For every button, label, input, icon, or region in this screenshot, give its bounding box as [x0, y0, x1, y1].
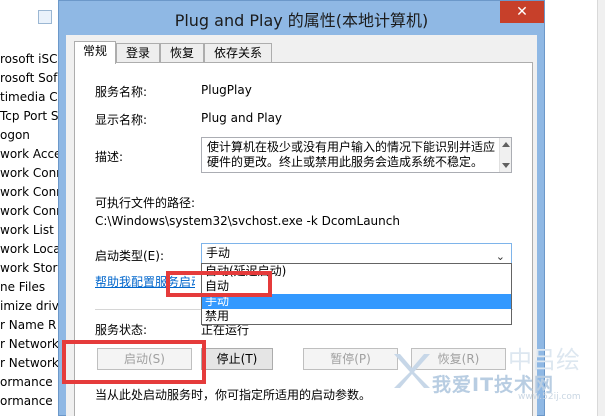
services-list-header	[0, 0, 60, 50]
dialog-title: Plug and Play 的属性(本地计算机)	[174, 11, 429, 30]
display-name-label: 显示名称:	[95, 113, 148, 127]
highlight-auto-option	[166, 271, 272, 297]
list-item[interactable]: work Acce	[0, 145, 60, 164]
option-disabled[interactable]: 禁用	[202, 309, 511, 324]
list-item[interactable]: work Conr	[0, 202, 60, 221]
watermark: 中吕绘 我爱IT技术网 www.52ij.com	[390, 340, 600, 410]
list-item[interactable]: ormance	[0, 392, 60, 411]
service-name-value: PlugPlay	[201, 83, 252, 97]
list-item[interactable]: ogon	[0, 126, 60, 145]
list-item[interactable]: work Conr	[0, 164, 60, 183]
display-name-value: Plug and Play	[201, 111, 283, 125]
dialog-titlebar[interactable]: Plug and Play 的属性(本地计算机) ✕	[59, 1, 544, 35]
list-item[interactable]: r Network	[0, 335, 60, 354]
description-box[interactable]: 使计算机在极少或没有用户输入的情况下能识别并适应硬件的更改。终止或禁用此服务会造…	[201, 137, 512, 173]
list-item[interactable]: Tcp Port S	[0, 107, 60, 126]
list-item[interactable]: work Loca	[0, 240, 60, 259]
toolbar-icon	[38, 10, 52, 24]
description-text: 使计算机在极少或没有用户输入的情况下能识别并适应硬件的更改。终止或禁用此服务会造…	[207, 140, 496, 169]
list-item[interactable]: ormance	[0, 373, 60, 392]
tab-recovery[interactable]: 恢复	[160, 43, 204, 63]
service-status-label: 服务状态:	[95, 323, 148, 337]
close-icon: ✕	[516, 4, 528, 20]
highlight-start-button	[62, 340, 206, 384]
list-item[interactable]: ne Files	[0, 278, 60, 297]
close-button[interactable]: ✕	[500, 1, 544, 23]
description-label: 描述:	[95, 150, 124, 164]
stop-button[interactable]: 停止(T)	[201, 348, 273, 370]
startup-type-select[interactable]: 手动 ⌄	[201, 243, 512, 264]
exe-path-label: 可执行文件的路径:	[95, 196, 196, 210]
description-scrollbar[interactable]	[499, 138, 511, 172]
footer-note: 当从此处启动服务时，你可指定所适用的启动参数。	[95, 388, 372, 402]
scroll-up-icon[interactable]	[502, 142, 510, 147]
pause-button[interactable]: 暂停(P)	[303, 348, 398, 370]
list-item[interactable]: work Conr	[0, 183, 60, 202]
tab-general[interactable]: 常规	[74, 41, 116, 64]
list-item[interactable]: work List S	[0, 221, 60, 240]
startup-type-value: 手动	[206, 246, 231, 260]
list-item[interactable]: r Name R	[0, 316, 60, 335]
list-item[interactable]: r Network	[0, 354, 60, 373]
startup-type-label: 启动类型(E):	[95, 249, 164, 263]
tab-logon[interactable]: 登录	[116, 43, 160, 63]
service-name-label: 服务名称:	[95, 85, 148, 99]
services-list-background: rosoft iSC rosoft Sof timedia Cl Tcp Por…	[0, 0, 60, 416]
watermark-logo-icon	[394, 354, 430, 388]
list-item[interactable]: rosoft Sof	[0, 69, 60, 88]
tab-dependencies[interactable]: 依存关系	[204, 43, 272, 63]
scroll-down-icon[interactable]	[502, 163, 510, 168]
exe-path-value: C:\Windows\system32\svchost.exe -k DcomL…	[95, 214, 400, 228]
watermark-url: www.52ij.com	[518, 392, 581, 402]
list-item[interactable]: timedia Cl	[0, 88, 60, 107]
list-item[interactable]: imize driv	[0, 297, 60, 316]
list-item[interactable]: rosoft iSC	[0, 50, 60, 69]
list-item[interactable]: work Stor	[0, 259, 60, 278]
